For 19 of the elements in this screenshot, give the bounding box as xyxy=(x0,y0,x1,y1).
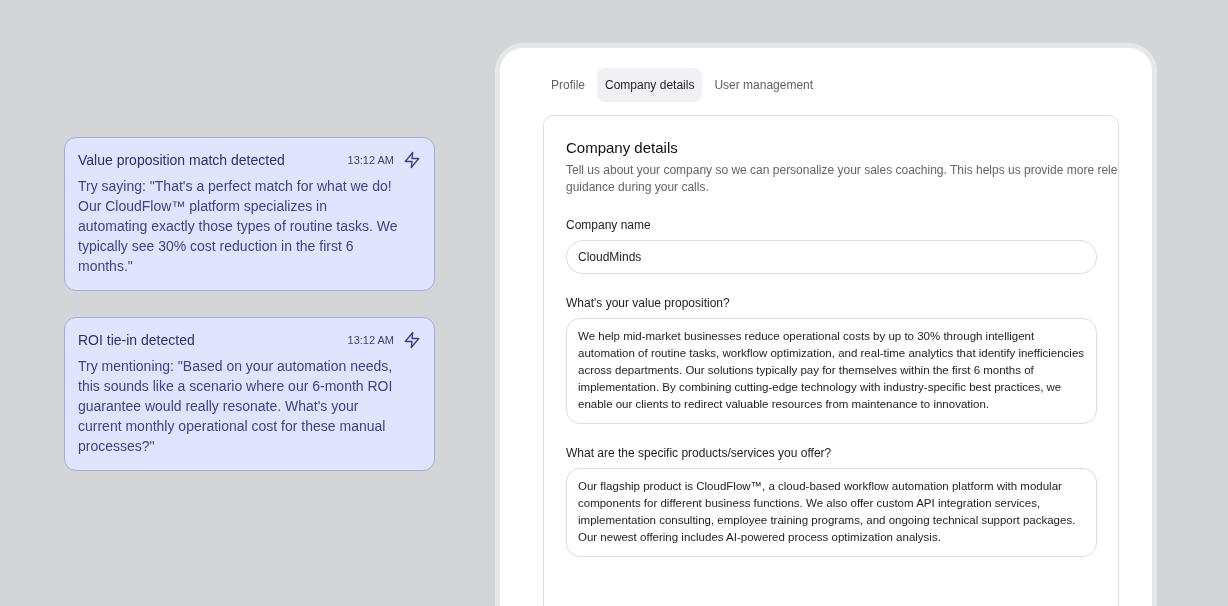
lightning-bolt-icon xyxy=(403,331,421,349)
field-label: What are the specific products/services you offer? xyxy=(566,446,833,460)
field-label: What's your value proposition? xyxy=(566,296,731,310)
text-area[interactable]: We help mid-market businesses reduce operational costs by up to 30% through intelligent automation of routine tasks, workflow optimization, and real-time analytics that identify inefficiencies across departments. Our solutions typically pay for themselves within the first 6 months of implementation. By combining cutting-edge technology with industry-specific best practices, we enable our clients to redirect valuable resources from maintenance to innovation. xyxy=(566,318,1097,424)
timestamp: 13:12 AM xyxy=(347,154,394,166)
lightning-bolt-icon xyxy=(403,151,421,169)
suggestion-title: ROI tie-in detected xyxy=(78,332,196,348)
text-area[interactable]: Our flagship product is CloudFlow™, a cloud-based workflow automation platform with modular components for different business functions. We also offer custom API integration services, implementation consulting, employee training programs, and ongoing technical support packages. Our newest offering includes AI-powered process optimization analysis. xyxy=(566,468,1097,557)
field-label: Company name xyxy=(566,218,652,232)
description-text: Tell us about your company so we can personalize your sales coaching. This helps us provide more rele xyxy=(566,162,1118,179)
tab[interactable]: User management xyxy=(706,68,822,102)
tab[interactable]: Company details xyxy=(597,68,703,102)
tab[interactable]: Profile xyxy=(543,68,593,102)
suggestion-title: Value proposition match detected xyxy=(78,152,286,168)
suggestion-text: Try mentioning: "Based on your automation needs, this sounds like a scenario where our 6-month ROI guarantee would really resonate. What's your current monthly operational cost for these manual processes?" xyxy=(78,357,394,456)
timestamp: 13:12 AM xyxy=(347,334,394,346)
section-title: Company details xyxy=(566,139,679,156)
description-text: guidance during your calls. xyxy=(566,179,710,196)
suggestion-text: Try saying: "That's a perfect match for what we do! Our CloudFlow™ platform specializes in automating exactly those types of routine tasks. We typically see 30% cost reduction in the first 6 months." xyxy=(78,177,398,276)
